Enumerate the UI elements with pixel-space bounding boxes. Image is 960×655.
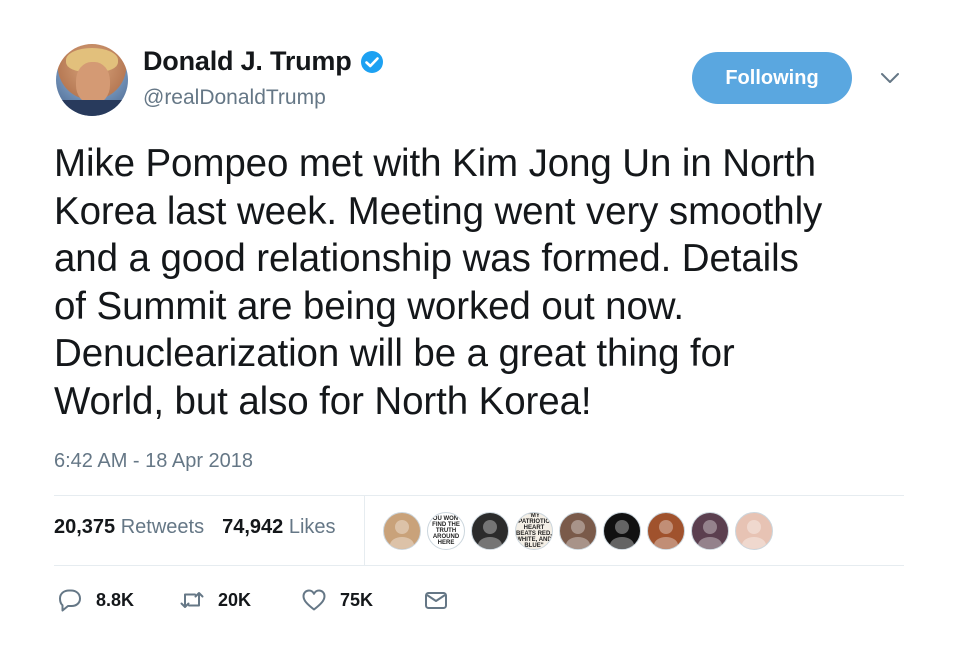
likes-count: 74,942 bbox=[222, 516, 284, 538]
tweet-actions: 8.8K 20K 75K bbox=[56, 586, 450, 614]
avatar[interactable] bbox=[56, 44, 128, 116]
person-avatar[interactable] bbox=[603, 512, 641, 550]
tweet-timestamp[interactable]: 6:42 AM - 18 Apr 2018 bbox=[54, 450, 253, 473]
name-row: Donald J. Trump bbox=[143, 46, 384, 77]
person-avatar[interactable] bbox=[383, 512, 421, 550]
avatar-suit bbox=[56, 100, 128, 116]
retweets-stat[interactable]: 20,375 Retweets bbox=[54, 516, 204, 539]
text-avatar[interactable]: "MY PATRIOTIC HEART BEATS RED, WHITE, AN… bbox=[515, 512, 553, 550]
following-button[interactable]: Following bbox=[692, 52, 852, 104]
verified-badge-icon bbox=[360, 50, 384, 74]
person-silhouette-icon bbox=[390, 520, 414, 549]
person-silhouette-icon bbox=[478, 520, 502, 549]
person-avatar[interactable] bbox=[647, 512, 685, 550]
likes-label: Likes bbox=[288, 516, 336, 538]
tweet-line: Korea last week. Meeting went very smoot… bbox=[54, 189, 823, 233]
tweet-text: Mike Pompeo met with Kim Jong Un in Nort… bbox=[54, 140, 924, 425]
like-count: 75K bbox=[340, 589, 374, 610]
like-button[interactable]: 75K bbox=[300, 586, 422, 614]
divider bbox=[54, 495, 904, 496]
retweet-button[interactable]: 20K bbox=[178, 586, 300, 614]
heart-icon bbox=[302, 589, 326, 611]
retweets-count: 20,375 bbox=[54, 516, 116, 538]
text-avatar[interactable]: YOU WON'T FIND THE TRUTH AROUND HERE bbox=[427, 512, 465, 550]
retweets-label: Retweets bbox=[120, 516, 205, 538]
person-avatar[interactable] bbox=[691, 512, 729, 550]
display-name[interactable]: Donald J. Trump bbox=[143, 46, 352, 77]
person-silhouette-icon bbox=[566, 520, 590, 549]
avatar-face bbox=[76, 62, 110, 104]
retweet-icon bbox=[180, 592, 204, 608]
person-silhouette-icon bbox=[742, 520, 766, 549]
tweet-line: World, but also for North Korea! bbox=[54, 379, 592, 423]
envelope-icon bbox=[425, 592, 447, 609]
liker-avatars: YOU WON'T FIND THE TRUTH AROUND HERE "MY … bbox=[383, 512, 773, 550]
person-avatar[interactable] bbox=[559, 512, 597, 550]
tweet-line: Denuclearization will be a great thing f… bbox=[54, 332, 735, 375]
stats-separator bbox=[364, 495, 365, 565]
tweet-line: of Summit are being worked out now. bbox=[54, 284, 684, 328]
likes-stat[interactable]: 74,942 Likes bbox=[222, 516, 335, 539]
person-avatar[interactable] bbox=[735, 512, 773, 550]
engagement-stats: 20,375 Retweets 74,942 Likes bbox=[54, 516, 336, 539]
retweet-count: 20K bbox=[218, 589, 252, 610]
person-silhouette-icon bbox=[654, 520, 678, 549]
person-silhouette-icon bbox=[698, 520, 722, 549]
tweet-line: and a good relationship was formed. Deta… bbox=[54, 237, 799, 280]
reply-icon bbox=[59, 589, 81, 612]
reply-button[interactable]: 8.8K bbox=[56, 586, 178, 614]
person-silhouette-icon bbox=[610, 520, 634, 549]
user-handle[interactable]: @realDonaldTrump bbox=[143, 86, 326, 110]
chevron-down-icon[interactable] bbox=[877, 68, 903, 88]
tweet-line: Mike Pompeo met with Kim Jong Un in Nort… bbox=[54, 142, 816, 185]
person-avatar[interactable] bbox=[471, 512, 509, 550]
direct-message-button[interactable] bbox=[422, 586, 450, 614]
reply-count: 8.8K bbox=[96, 589, 135, 610]
divider bbox=[54, 565, 904, 566]
